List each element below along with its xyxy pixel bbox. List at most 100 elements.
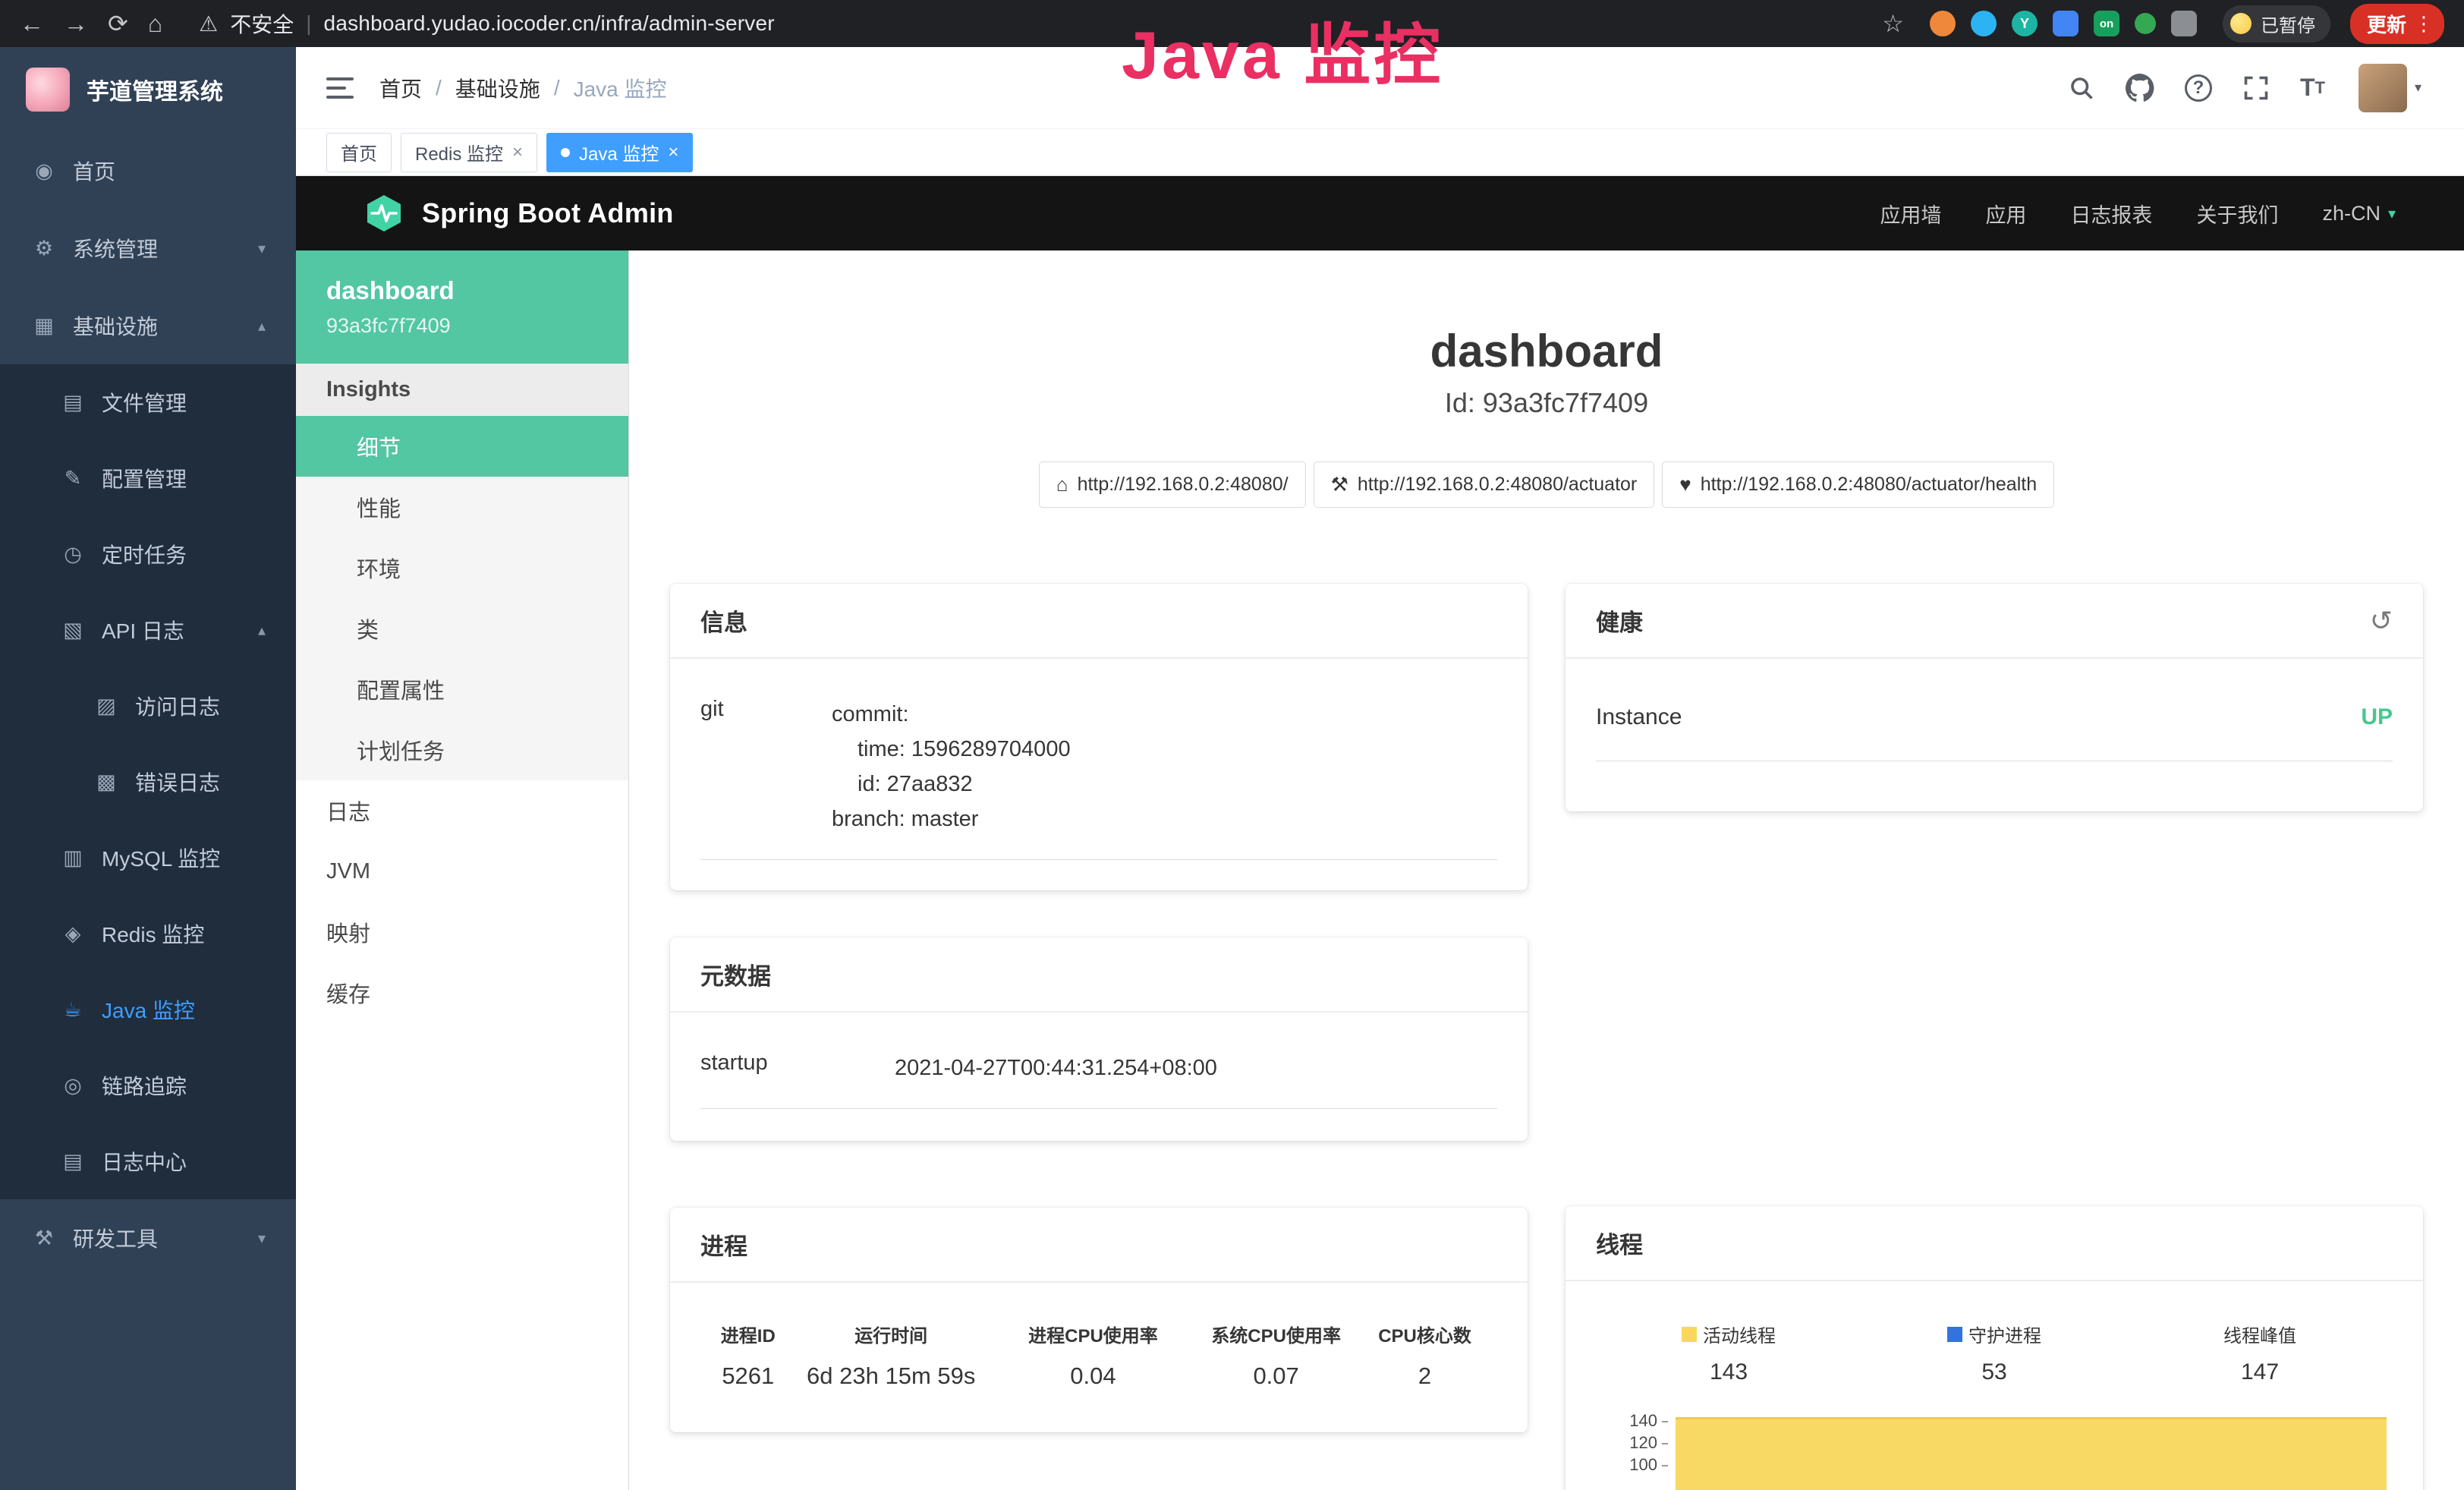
hamburger-icon[interactable] xyxy=(326,77,354,99)
sidebar-item-config-management[interactable]: ✎ 配置管理 xyxy=(0,440,296,516)
sba-item-jvm[interactable]: JVM xyxy=(296,841,628,902)
fullscreen-icon[interactable] xyxy=(2242,74,2270,102)
forward-icon[interactable]: → xyxy=(64,11,88,36)
help-icon[interactable]: ? xyxy=(2185,74,2212,102)
legend-label: 守护进程 xyxy=(1968,1321,2041,1347)
sidebar-item-infrastructure[interactable]: ▦ 基础设施 ▴ xyxy=(0,287,296,364)
chevron-up-icon: ▴ xyxy=(258,621,266,640)
sidebar-item-label: 链路追踪 xyxy=(102,1070,187,1101)
extension-icon[interactable] xyxy=(1930,11,1956,36)
sidebar-item-file-management[interactable]: ▤ 文件管理 xyxy=(0,364,296,440)
process-column: CPU核心数 2 xyxy=(1352,1321,1497,1390)
sba-item-classes[interactable]: 类 xyxy=(296,598,628,659)
infrastructure-submenu: ▤ 文件管理 ✎ 配置管理 ◷ 定时任务 ▧ API 日志 ▴ ▨ xyxy=(0,364,296,1199)
sba-item-logs[interactable]: 日志 xyxy=(296,780,628,841)
search-icon[interactable] xyxy=(2068,74,2095,102)
process-col-value: 5261 xyxy=(700,1362,796,1390)
process-column: 系统CPU使用率 0.07 xyxy=(1200,1321,1352,1390)
puzzle-extension-icon[interactable] xyxy=(2171,11,2197,36)
font-size-icon[interactable]: TT xyxy=(2300,74,2325,102)
tab-redis-monitor[interactable]: Redis 监控 × xyxy=(401,133,537,172)
sidebar-item-label: 日志中心 xyxy=(102,1146,187,1177)
sidebar-item-scheduled-tasks[interactable]: ◷ 定时任务 xyxy=(0,516,296,592)
api-log-icon: ▧ xyxy=(59,619,87,642)
extension-icon[interactable]: on xyxy=(2094,11,2119,36)
sba-item-caches[interactable]: 缓存 xyxy=(296,962,628,1023)
profile-paused-chip[interactable]: 已暂停 xyxy=(2223,5,2330,43)
extension-icon[interactable] xyxy=(1971,11,1997,36)
sba-item-environment[interactable]: 环境 xyxy=(296,537,628,598)
legend-value: 53 xyxy=(1981,1359,2006,1385)
extension-icon[interactable] xyxy=(2053,11,2079,36)
sidebar-item-dev-tools[interactable]: ⚒ 研发工具 ▾ xyxy=(0,1199,296,1277)
breadcrumb-infrastructure[interactable]: 基础设施 xyxy=(455,73,540,103)
address-bar[interactable]: ⚠ 不安全 | dashboard.yudao.iocoder.cn/infra… xyxy=(199,8,775,39)
back-icon[interactable]: ← xyxy=(20,11,44,36)
breadcrumb-home[interactable]: 首页 xyxy=(379,73,422,103)
health-url-button[interactable]: ♥ http://192.168.0.2:48080/actuator/heal… xyxy=(1662,461,2054,508)
app-sidebar: 芋道管理系统 ◉ 首页 ⚙ 系统管理 ▾ ▦ 基础设施 ▴ ▤ 文件管理 xyxy=(0,47,296,1490)
extension-icon[interactable] xyxy=(2135,13,2156,34)
bookmark-star-icon[interactable]: ☆ xyxy=(1882,11,1904,36)
extension-icon[interactable]: Y xyxy=(2012,11,2038,36)
chevron-down-icon: ▾ xyxy=(258,239,266,258)
instance-header[interactable]: dashboard 93a3fc7f7409 xyxy=(296,250,628,364)
sidebar-item-access-logs[interactable]: ▨ 访问日志 xyxy=(0,668,296,744)
insights-section-label: Insights xyxy=(296,364,628,416)
sidebar-item-label: MySQL 监控 xyxy=(102,843,220,873)
sidebar-item-label: Redis 监控 xyxy=(102,918,204,949)
refresh-icon[interactable]: ⟳ xyxy=(108,11,128,36)
spring-boot-admin-logo-icon[interactable] xyxy=(364,194,404,233)
sba-brand-title[interactable]: Spring Boot Admin xyxy=(422,197,674,229)
update-button[interactable]: 更新 ⋮ xyxy=(2350,4,2444,44)
browser-home-icon[interactable]: ⌂ xyxy=(148,11,162,36)
access-log-icon: ▨ xyxy=(93,695,120,718)
sba-item-scheduled-tasks[interactable]: 计划任务 xyxy=(296,720,628,780)
breadcrumb-current: Java 监控 xyxy=(574,73,667,103)
history-icon[interactable]: ↺ xyxy=(2370,605,2393,637)
sidebar-item-redis-monitor[interactable]: ◈ Redis 监控 xyxy=(0,896,296,972)
tab-home[interactable]: 首页 xyxy=(326,133,392,172)
sidebar-item-api-logs[interactable]: ▧ API 日志 ▴ xyxy=(0,592,296,668)
sidebar-item-error-logs[interactable]: ▩ 错误日志 xyxy=(0,744,296,820)
edit-icon: ✎ xyxy=(59,467,87,490)
github-icon[interactable] xyxy=(2126,74,2154,102)
sba-nav-about[interactable]: 关于我们 xyxy=(2196,199,2278,228)
sba-language-select[interactable]: zh-CN ▾ xyxy=(2322,202,2396,225)
sidebar-item-java-monitor[interactable]: ☕ Java 监控 xyxy=(0,972,296,1047)
process-column: 进程CPU使用率 0.04 xyxy=(987,1321,1200,1390)
metadata-card-title: 元数据 xyxy=(670,937,1528,1013)
sidebar-item-home[interactable]: ◉ 首页 xyxy=(0,132,296,209)
sba-item-performance[interactable]: 性能 xyxy=(296,477,628,537)
tab-label: Redis 监控 xyxy=(415,139,503,165)
sba-nav-wallboard[interactable]: 应用墙 xyxy=(1880,199,1941,228)
health-status-badge: UP xyxy=(2361,704,2393,730)
service-url-button[interactable]: ⌂ http://192.168.0.2:48080/ xyxy=(1039,461,1306,508)
trace-icon: ◎ xyxy=(59,1074,87,1098)
sba-item-config-props[interactable]: 配置属性 xyxy=(296,659,628,720)
sba-item-mappings[interactable]: 映射 xyxy=(296,902,628,962)
sidebar-item-log-center[interactable]: ▤ 日志中心 xyxy=(0,1123,296,1199)
sba-item-details[interactable]: 细节 xyxy=(296,416,628,477)
security-warning-icon: ⚠ xyxy=(199,11,218,36)
sba-sidebar: dashboard 93a3fc7f7409 Insights 细节 性能 环境… xyxy=(296,250,629,1490)
process-col-header: CPU核心数 xyxy=(1352,1321,1497,1347)
user-avatar[interactable] xyxy=(2359,64,2407,112)
close-icon[interactable]: × xyxy=(512,142,523,163)
sidebar-item-label: 错误日志 xyxy=(135,767,220,797)
process-col-header: 进程ID xyxy=(700,1321,796,1347)
sba-nav-journal[interactable]: 日志报表 xyxy=(2070,199,2152,228)
sba-nav-applications[interactable]: 应用 xyxy=(1985,199,2026,228)
sidebar-item-trace[interactable]: ◎ 链路追踪 xyxy=(0,1047,296,1123)
tab-java-monitor[interactable]: Java 监控 × xyxy=(546,133,693,172)
instance-id-line: Id: 93a3fc7f7409 xyxy=(629,387,2464,419)
insights-items: 细节 性能 环境 类 配置属性 计划任务 xyxy=(296,416,628,780)
sidebar-item-mysql-monitor[interactable]: ▥ MySQL 监控 xyxy=(0,820,296,896)
actuator-url-button[interactable]: ⚒ http://192.168.0.2:48080/actuator xyxy=(1314,461,1655,508)
y-axis-tick: 100 xyxy=(1596,1455,1668,1475)
sidebar-item-system-management[interactable]: ⚙ 系统管理 ▾ xyxy=(0,209,296,287)
home-icon: ⌂ xyxy=(1056,473,1068,496)
app-logo[interactable]: 芋道管理系统 xyxy=(0,47,296,132)
close-icon[interactable]: × xyxy=(668,142,678,163)
metadata-value: 2021-04-27T00:44:31.254+08:00 xyxy=(895,1051,1217,1085)
